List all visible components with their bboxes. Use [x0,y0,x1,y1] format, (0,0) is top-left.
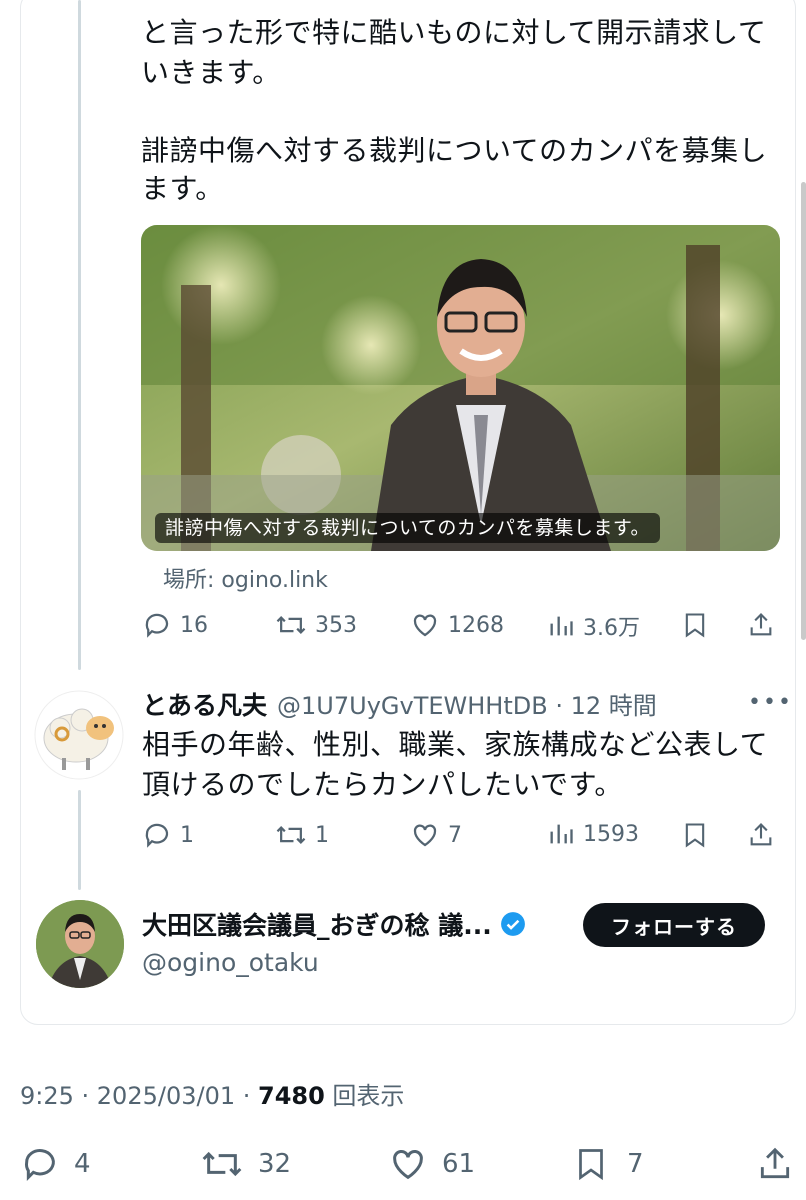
avatar[interactable] [34,690,124,780]
analytics-icon [550,616,573,636]
bottom-like-button[interactable]: 61 [388,1144,475,1184]
timestamp-row: 9:25 · 2025/03/01 · 7480 回表示 [20,1076,404,1111]
tweet-text-line: 誹謗中傷へ対する裁判についてのカンパを募集し [141,134,768,167]
views-button[interactable]: 1593 [547,820,639,848]
like-button[interactable]: 1268 [410,610,504,640]
link-card-source[interactable]: 場所: ogino.link [163,562,328,594]
bookmark-icon [685,613,705,638]
share-icon [750,823,772,846]
reply-icon [145,613,169,638]
reply-button[interactable]: 16 [142,610,208,640]
retweet-count: 353 [315,612,357,638]
media-caption: 誹謗中傷へ対する裁判についてのカンパを募集します。 [155,513,661,543]
bottom-retweet-count: 32 [258,1149,292,1179]
reply-text-line: 頂けるのでしたらカンパしたいです。 [142,768,623,801]
retweet-button[interactable]: 1 [275,820,329,850]
tweet-text-line: いきます。 [141,56,281,89]
view-count: 1593 [583,821,639,847]
share-button[interactable] [747,610,775,640]
heart-icon [393,1150,423,1180]
analytics-icon [550,824,573,844]
like-count: 1268 [448,612,504,638]
scrollbar[interactable] [801,182,806,640]
photo-illustration [141,225,780,551]
share-button[interactable] [747,820,775,850]
thread-line-bottom [78,790,81,890]
bookmark-button[interactable] [681,610,709,640]
heart-icon [413,824,437,847]
retweet-icon [202,1151,242,1177]
retweet-button[interactable]: 353 [275,610,357,640]
bookmark-button[interactable] [681,820,709,850]
bottom-bookmark-button[interactable]: 7 [573,1144,644,1184]
bottom-reply-button[interactable]: 4 [20,1144,91,1184]
author-name: 大田区議会議員_おぎの稔 議... [142,911,492,940]
tweet-text-line: ます。 [141,172,224,205]
retweet-icon [276,826,306,844]
bookmark-icon [579,1149,603,1181]
bottom-share-button[interactable] [756,1144,794,1184]
reply-icon [24,1149,55,1181]
verified-badge-icon [500,912,525,936]
author-name-row[interactable]: 大田区議会議員_おぎの稔 議... [142,906,526,942]
reply-button[interactable]: 1 [142,820,194,850]
reply-count: 16 [180,612,208,638]
sheep-avatar-icon [34,690,124,780]
view-label: 回表示 [324,1082,405,1110]
bottom-retweet-button[interactable]: 32 [200,1144,291,1184]
person-photo-icon [36,900,124,988]
retweet-count: 1 [315,822,329,848]
tweet-media-photo[interactable]: 誹謗中傷へ対する裁判についてのカンパを募集します。 [141,225,780,551]
bookmark-icon [685,823,705,848]
bottom-reply-count: 4 [74,1149,91,1179]
reply-count: 1 [180,822,194,848]
heart-icon [413,614,437,637]
bottom-bookmark-count: 7 [627,1149,644,1179]
more-options-icon[interactable]: ••• [748,690,793,715]
share-icon [750,613,772,636]
author-handle[interactable]: @ogino_otaku [142,948,319,977]
like-button[interactable]: 7 [410,820,462,850]
reply-header: とある凡夫 @1U7UyGvTEWHHtDB · 12 時間 [142,686,657,722]
thread-line-top [78,0,81,670]
retweet-icon [276,616,306,634]
like-count: 7 [448,822,462,848]
tweet-datetime[interactable]: 9:25 · 2025/03/01 · [20,1082,258,1110]
reply-text-line: 相手の年齢、性別、職業、家族構成など公表して [142,728,769,761]
tweet-text-line: と言った形で特に酷いものに対して開示請求して [141,16,767,49]
views-button[interactable]: 3.6万 [547,610,640,642]
bottom-like-count: 61 [442,1149,476,1179]
follow-button[interactable]: フォローする [583,903,765,947]
reply-icon [145,823,169,848]
display-name[interactable]: とある凡夫 [142,686,267,722]
view-count: 3.6万 [583,616,640,641]
author-avatar[interactable] [36,900,124,988]
share-icon [760,1147,790,1179]
total-view-count: 7480 [258,1082,325,1110]
handle-and-time[interactable]: @1U7UyGvTEWHHtDB · 12 時間 [277,686,657,721]
